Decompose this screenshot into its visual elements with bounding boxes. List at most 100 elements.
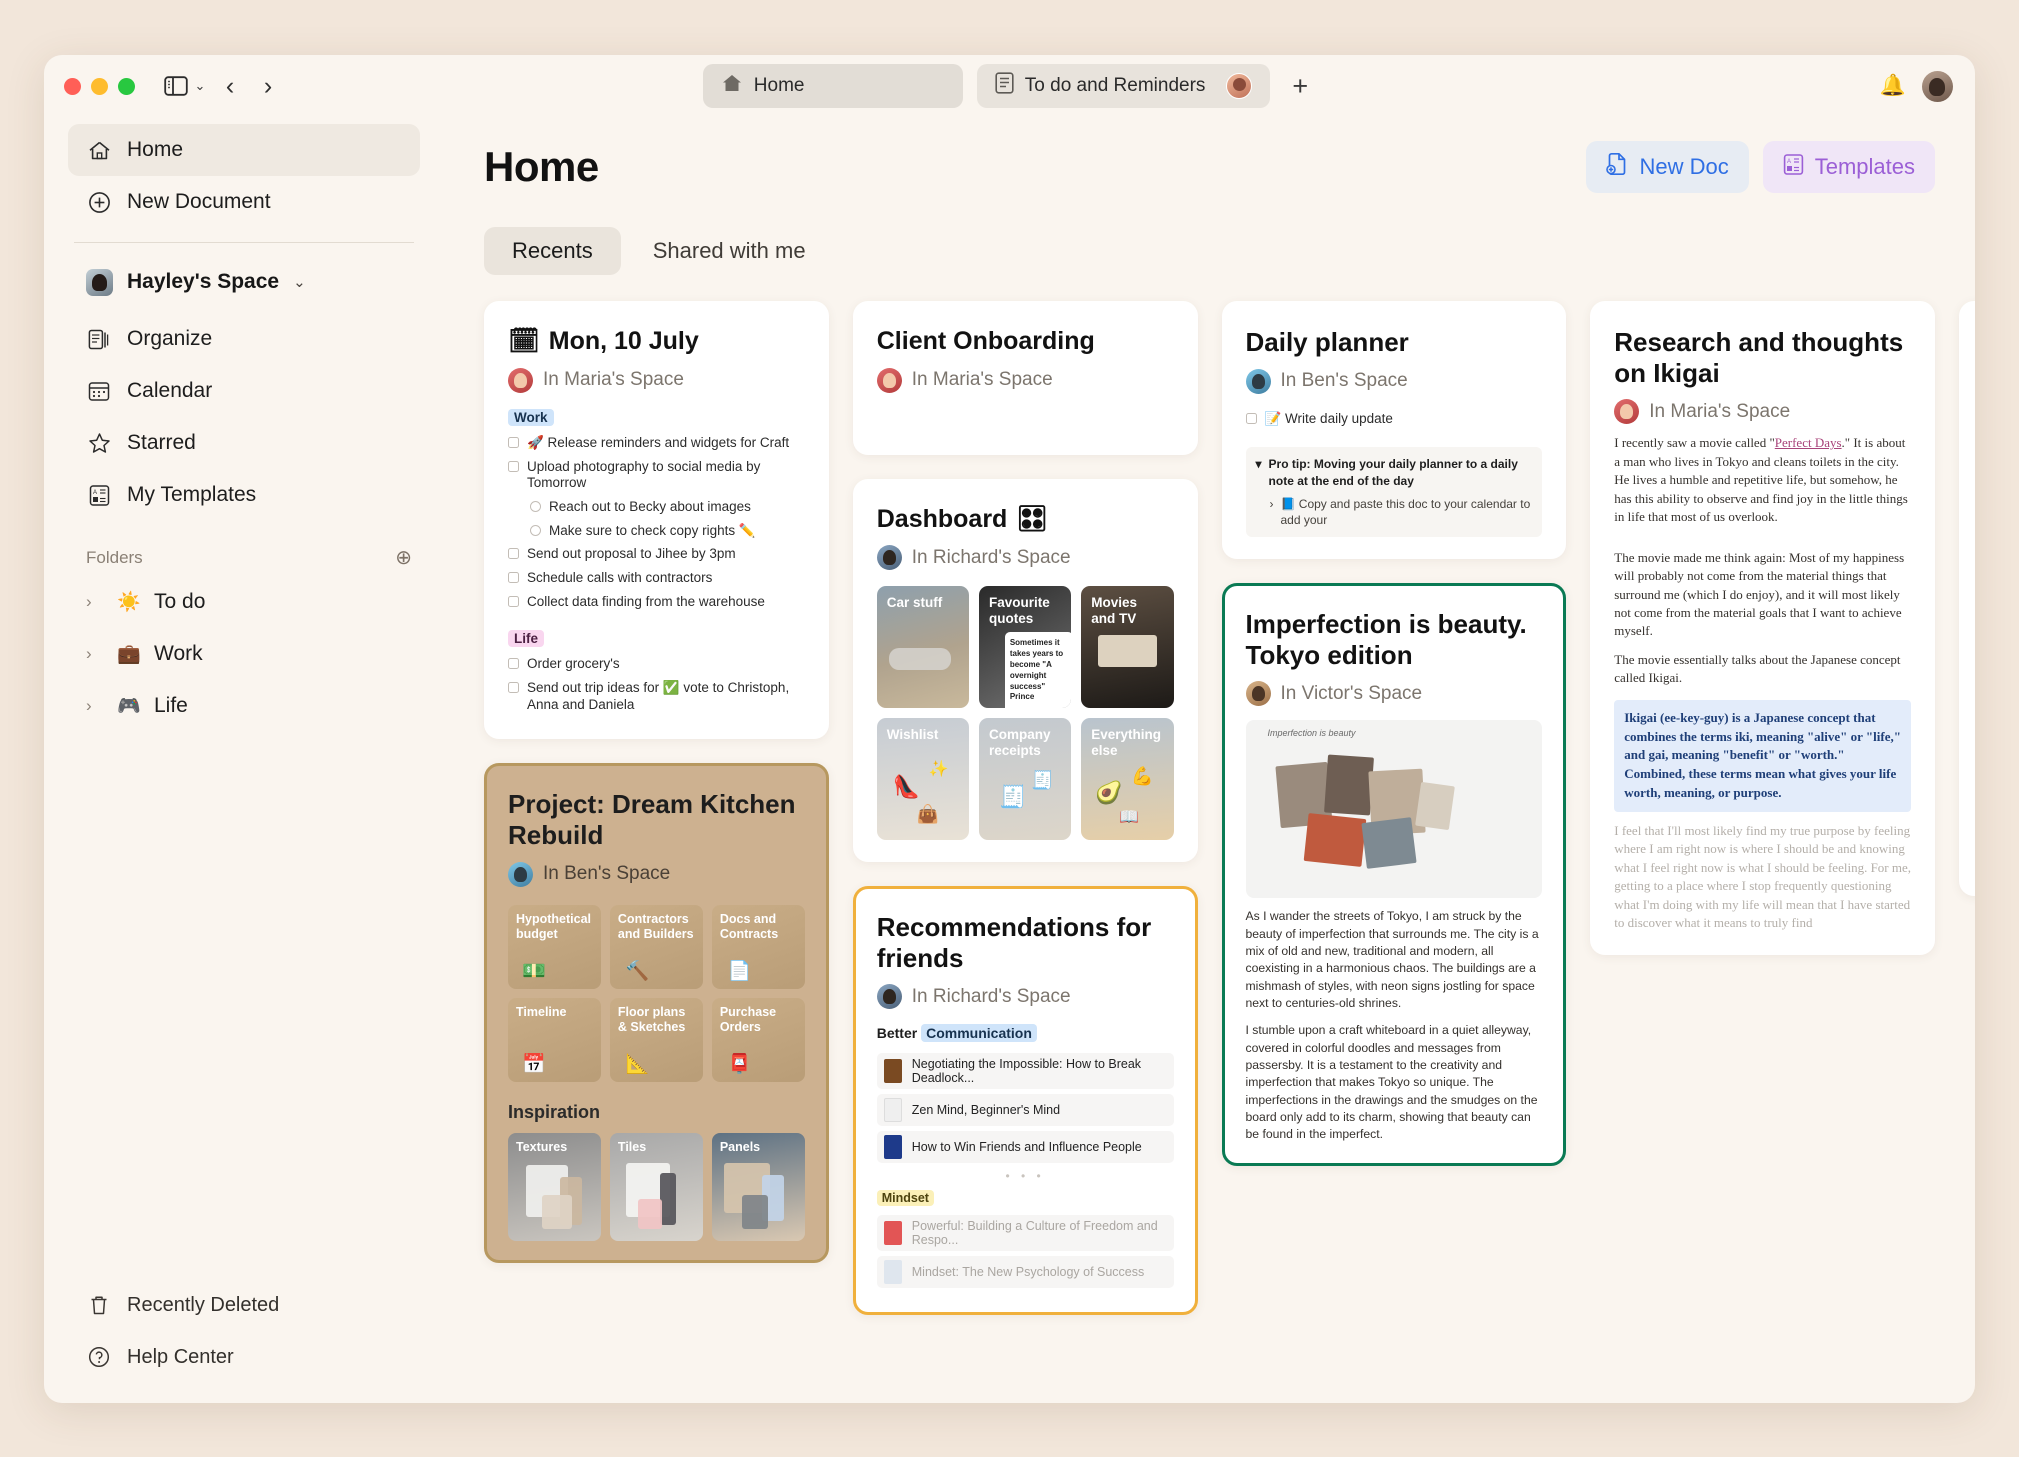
checklist-life: Order grocery's Send out trip ideas for … [508, 653, 805, 717]
card-recommendations[interactable]: Recommendations for friends In Richard's… [852, 886, 1198, 1316]
card-dream-kitchen[interactable]: Project: Dream Kitchen Rebuild In Ben's … [484, 763, 829, 1263]
list-item[interactable]: Negotiating the Impossible: How to Break… [876, 1053, 1174, 1090]
card-title: Project: Dream Kitchen Rebuild [508, 789, 796, 850]
back-button[interactable]: ‹ [213, 71, 247, 101]
list-item[interactable]: Mindset: The New Psychology of Success [876, 1256, 1174, 1289]
sidebar-item-help-center[interactable]: Help Center [68, 1331, 420, 1383]
list-item[interactable]: Send out proposal to Jihee by 3pm [508, 543, 805, 567]
window-controls[interactable] [64, 77, 135, 95]
tile-movies-and-tv[interactable]: Movies and TV [1081, 586, 1174, 708]
list-item[interactable]: Order grocery's [508, 653, 805, 677]
list-item[interactable]: 🚀 Release reminders and widgets for Craf… [508, 432, 805, 456]
tile[interactable]: Panels [711, 1132, 805, 1241]
tile[interactable]: Hypothetical budget 💵 [508, 904, 601, 989]
tab-recents[interactable]: Recents [484, 227, 621, 275]
tile[interactable]: Textures [508, 1132, 601, 1241]
list-item[interactable]: 📝 Write daily update [1245, 408, 1543, 432]
tile-favourite-quotes[interactable]: Favourite quotes Sometimes it takes year… [979, 586, 1072, 708]
tile-label: Floor plans & Sketches [617, 1004, 686, 1034]
bell-icon[interactable]: 🔔 [1880, 74, 1906, 98]
book-thumb [883, 1221, 902, 1246]
sidebar-toggle-icon[interactable] [159, 71, 193, 101]
card-mon-10-july[interactable]: 🗓 Mon, 10 July In Maria's Space Work 🚀 R… [484, 301, 829, 740]
list-item-label: Order grocery's [527, 656, 620, 672]
tag-work: Work [508, 408, 554, 426]
kitchen-section-title: Inspiration [508, 1101, 601, 1122]
list-item[interactable]: Powerful: Building a Culture of Freedom … [876, 1215, 1174, 1252]
chevron-right-icon[interactable]: › [86, 592, 104, 612]
sidebar-item-organize[interactable]: Organize [68, 313, 420, 365]
book-title: Mindset: The New Psychology of Success [911, 1265, 1145, 1280]
avatar[interactable] [1922, 70, 1953, 102]
chevron-right-icon[interactable]: › [86, 644, 104, 664]
chevron-right-icon[interactable]: › [1270, 496, 1274, 528]
tile-label: Car stuff [886, 595, 943, 610]
sidebar-folder-work[interactable]: › 💼 Work [68, 628, 420, 680]
tile-everything-else[interactable]: Everything else 🥑 💪 📖 [1081, 718, 1174, 840]
list-item[interactable]: Upload photography to social media by To… [508, 455, 805, 496]
space-name: Hayley's Space [127, 270, 280, 293]
new-tab-button[interactable]: + [1284, 71, 1316, 102]
folder-label: To do [154, 590, 206, 613]
document-icon [995, 72, 1014, 100]
card-dashboard[interactable]: Dashboard 🎛 In Richard's Space Car stuff… [852, 478, 1198, 862]
tile-car-stuff[interactable]: Car stuff [876, 586, 969, 708]
close-window-button[interactable] [64, 77, 81, 95]
sidebar-item-home[interactable]: Home [68, 124, 420, 176]
card-research-ikigai[interactable]: Research and thoughts on Ikigai In Maria… [1590, 301, 1935, 955]
card-imperfection-tokyo[interactable]: Imperfection is beauty. Tokyo edition In… [1221, 583, 1567, 1166]
list-item[interactable]: How to Win Friends and Influence People [876, 1131, 1174, 1164]
organize-icon [86, 328, 112, 351]
card-daily-planner[interactable]: Daily planner In Ben's Space 📝 Write dai… [1221, 301, 1567, 560]
movie-link[interactable]: Perfect Days [1775, 435, 1842, 450]
tile[interactable]: Contractors and Builders 🔨 [609, 904, 703, 989]
tab-home[interactable]: Home [702, 64, 963, 108]
tip-sub: 📘 Copy and paste this doc to your calend… [1280, 496, 1531, 527]
tile[interactable]: Timeline 📅 [508, 997, 601, 1082]
sidebar-folder-todo[interactable]: › ☀️ To do [68, 576, 420, 628]
sidebar-folder-life[interactable]: › 🎮 Life [68, 680, 420, 732]
avatar [876, 367, 902, 393]
tile-wishlist[interactable]: Wishlist 👠 ✨ 👜 [876, 718, 969, 840]
new-doc-button[interactable]: New Doc [1586, 141, 1749, 193]
list-item[interactable]: Reach out to Becky about images [508, 496, 805, 520]
tile[interactable]: Floor plans & Sketches 📐 [609, 997, 703, 1082]
sidebar-item-my-templates[interactable]: A My Templates [68, 469, 420, 521]
minimize-window-button[interactable] [91, 77, 108, 95]
card-client-onboarding[interactable]: Client Onboarding In Maria's Space [852, 301, 1198, 455]
tile[interactable]: Docs and Contracts 📄 [711, 904, 805, 989]
tab-todo-and-reminders[interactable]: To do and Reminders [976, 64, 1271, 108]
disclosure-triangle-icon[interactable]: ▾ [1256, 456, 1262, 488]
list-item[interactable]: Send out trip ideas for ✅ vote to Christ… [508, 677, 805, 718]
tab-shared-with-me[interactable]: Shared with me [625, 227, 834, 275]
checklist-work: 🚀 Release reminders and widgets for Craf… [508, 432, 805, 614]
chevron-down-icon[interactable]: ⌄ [293, 273, 306, 291]
tile-company-receipts[interactable]: Company receipts 🧾 🧾 [979, 718, 1072, 840]
list-item[interactable]: Make sure to check copy rights ✏️ [508, 519, 805, 543]
chevron-down-icon[interactable]: ⌄ [191, 78, 209, 94]
chevron-right-icon[interactable]: › [86, 696, 104, 716]
list-item[interactable]: Zen Mind, Beginner's Mind [876, 1094, 1174, 1127]
tile[interactable]: Tiles [609, 1132, 703, 1241]
tile-emoji: 🔨 [625, 960, 650, 982]
card-main-checklist[interactable]: Main Checklist In Richard's Space Work R… [1959, 301, 1975, 897]
sidebar-item-recently-deleted[interactable]: Recently Deleted [68, 1279, 420, 1331]
list-item-label: Upload photography to social media by To… [527, 458, 761, 491]
tile[interactable]: Purchase Orders 📮 [711, 997, 805, 1082]
app-window: ⌄ ‹ › Home To do and Reminders + 🔔 Home … [44, 55, 1975, 1403]
sidebar-item-starred[interactable]: Starred [68, 417, 420, 469]
space-selector[interactable]: Hayley's Space ⌄ [68, 257, 420, 307]
maximize-window-button[interactable] [118, 77, 135, 95]
list-item-label: Send out trip ideas for ✅ vote to Christ… [527, 680, 790, 712]
list-item[interactable]: Collect data finding from the warehouse [508, 590, 805, 614]
home-icon [721, 72, 743, 100]
templates-button[interactable]: A Templates [1762, 141, 1935, 193]
sidebar-item-calendar[interactable]: Calendar [68, 365, 420, 417]
add-folder-button[interactable]: ⊕ [395, 545, 412, 570]
forward-button[interactable]: › [251, 71, 285, 101]
sidebar-item-new-document[interactable]: New Document [68, 176, 420, 228]
card-title: Dashboard [876, 504, 1008, 533]
list-item[interactable]: Schedule calls with contractors [508, 567, 805, 591]
tile-label: Everything else [1091, 727, 1162, 759]
avatar [508, 861, 533, 887]
